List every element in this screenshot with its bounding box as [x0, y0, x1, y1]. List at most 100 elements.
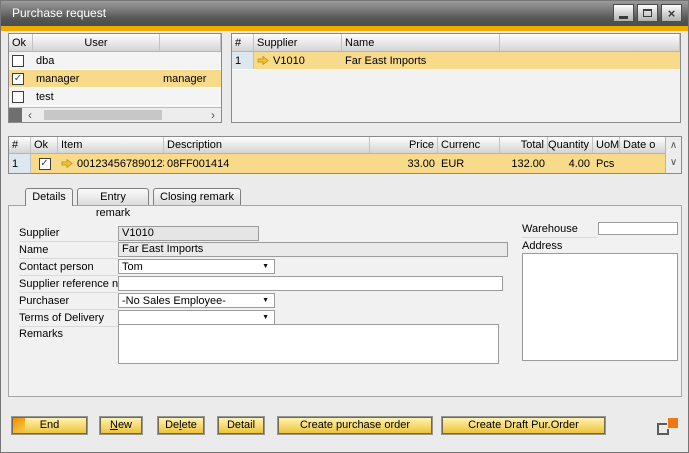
supplier-name-cell[interactable]: Far East Imports: [342, 52, 500, 69]
users-table: Ok User dba ✓ manager manager test ‹ ›: [8, 33, 222, 123]
scroll-left-icon[interactable]: ‹: [22, 108, 38, 122]
items-col-description: Description: [164, 137, 370, 153]
user-extra-cell[interactable]: manager: [160, 70, 221, 87]
user-ok-checkbox[interactable]: ✓: [12, 73, 24, 85]
maximize-button[interactable]: [637, 4, 658, 22]
link-arrow-icon[interactable]: [257, 56, 269, 65]
items-col-item: Item: [58, 137, 164, 153]
scroll-up-icon[interactable]: ∧: [666, 137, 681, 154]
scrollbar-corner: [9, 108, 22, 122]
table-row[interactable]: 1 V1010 Far East Imports: [232, 52, 680, 70]
user-extra-cell[interactable]: [160, 88, 221, 105]
item-date-cell[interactable]: [620, 154, 665, 173]
purchaser-label: Purchaser: [19, 294, 118, 310]
tab-details[interactable]: Details: [25, 188, 73, 206]
users-horizontal-scrollbar[interactable]: ‹ ›: [9, 107, 221, 122]
purchaser-dropdown[interactable]: -No Sales Employee- ▼: [118, 293, 275, 308]
items-col-currency: Currenc: [438, 137, 500, 153]
details-tab-pane: Supplier V1010 Name Far East Imports Con…: [8, 205, 682, 397]
item-total-cell[interactable]: 132.00: [500, 154, 548, 173]
table-row[interactable]: 1 ✓ 001234567890123456 08FF001414 33.00 …: [9, 154, 665, 173]
supplier-extra-cell[interactable]: [500, 52, 680, 69]
new-button[interactable]: New: [100, 417, 142, 434]
name-label: Name: [19, 243, 118, 259]
detail-button[interactable]: Detail: [218, 417, 264, 434]
supplier-reference-input[interactable]: [118, 276, 503, 291]
close-icon: ×: [668, 7, 676, 20]
link-arrow-icon[interactable]: [61, 159, 73, 168]
table-row[interactable]: dba: [9, 52, 221, 70]
items-col-uom: UoM: [593, 137, 620, 153]
table-row[interactable]: ✓ manager manager: [9, 70, 221, 88]
user-ok-checkbox[interactable]: [12, 55, 24, 67]
divider: [522, 237, 598, 238]
remarks-label: Remarks: [19, 327, 118, 343]
address-textarea[interactable]: [522, 253, 678, 361]
users-table-header: Ok User: [9, 34, 221, 52]
create-draft-purchase-order-button[interactable]: Create Draft Pur.Order: [442, 417, 605, 434]
items-col-price: Price: [370, 137, 438, 153]
items-col-date: Date o: [620, 137, 665, 153]
items-col-num: #: [9, 137, 31, 153]
suppliers-col-extra: [500, 34, 680, 51]
close-button[interactable]: ×: [661, 4, 682, 22]
supplier-code-cell[interactable]: V1010: [254, 52, 342, 69]
scrollbar-track[interactable]: [38, 108, 205, 122]
user-ok-checkbox[interactable]: [12, 91, 24, 103]
items-col-total: Total: [500, 137, 548, 153]
users-col-ok: Ok: [9, 34, 33, 51]
suppliers-col-num: #: [232, 34, 254, 51]
create-purchase-order-button[interactable]: Create purchase order: [278, 417, 432, 434]
chevron-down-icon: ▼: [262, 263, 271, 270]
items-col-quantity: Quantity: [548, 137, 593, 153]
supplier-row-number[interactable]: 1: [232, 52, 254, 69]
scrollbar-thumb[interactable]: [44, 110, 162, 120]
window-title: Purchase request: [12, 6, 106, 20]
item-code-cell[interactable]: 001234567890123456: [58, 154, 164, 173]
accent-bar: [1, 26, 688, 31]
items-table-header: # Ok Item Description Price Currenc Tota…: [9, 137, 665, 154]
form-resize-icon[interactable]: [657, 418, 679, 436]
suppliers-table-header: # Supplier Name: [232, 34, 680, 52]
suppliers-col-supplier: Supplier: [254, 34, 342, 51]
window-controls: ×: [613, 4, 682, 22]
remarks-textarea[interactable]: [118, 324, 499, 364]
warehouse-input[interactable]: [598, 222, 678, 235]
tab-closing-remark[interactable]: Closing remark: [153, 188, 241, 205]
item-price-cell[interactable]: 33.00: [370, 154, 438, 173]
tab-entry-remark[interactable]: Entry remark: [77, 188, 149, 205]
scroll-down-icon[interactable]: ∨: [666, 154, 681, 171]
item-row-number[interactable]: 1: [9, 154, 31, 173]
suppliers-table: # Supplier Name 1 V1010 Far East Imports: [231, 33, 681, 123]
end-button[interactable]: End: [12, 417, 87, 434]
item-quantity-cell[interactable]: 4.00: [548, 154, 593, 173]
terms-of-delivery-dropdown[interactable]: ▼: [118, 310, 275, 325]
name-field: Far East Imports: [118, 242, 508, 257]
item-description-cell[interactable]: 08FF001414: [164, 154, 370, 173]
delete-button[interactable]: Delete: [158, 417, 204, 434]
user-name-cell[interactable]: manager: [33, 70, 160, 87]
supplier-label: Supplier: [19, 226, 118, 242]
items-table: # Ok Item Description Price Currenc Tota…: [8, 136, 682, 174]
maximize-icon: [643, 9, 652, 17]
titlebar[interactable]: Purchase request ×: [1, 1, 688, 26]
minimize-icon: [619, 16, 628, 19]
user-extra-cell[interactable]: [160, 52, 221, 69]
supplier-reference-label: Supplier reference nu: [19, 277, 118, 293]
item-ok-cell: ✓: [31, 154, 58, 173]
terms-of-delivery-label: Terms of Delivery: [19, 311, 118, 327]
tab-bar: Details Entry remark Closing remark: [25, 188, 241, 206]
scroll-right-icon[interactable]: ›: [205, 108, 221, 122]
supplier-field: V1010: [118, 226, 259, 241]
items-vertical-scrollbar[interactable]: ∧ ∨: [665, 137, 681, 173]
minimize-button[interactable]: [613, 4, 634, 22]
item-uom-cell[interactable]: Pcs: [593, 154, 620, 173]
contact-person-label: Contact person: [19, 260, 118, 276]
contact-person-dropdown[interactable]: Tom ▼: [118, 259, 275, 274]
grip-orange-square: [668, 418, 678, 428]
item-currency-cell[interactable]: EUR: [438, 154, 500, 173]
user-name-cell[interactable]: dba: [33, 52, 160, 69]
table-row[interactable]: test: [9, 88, 221, 106]
user-name-cell[interactable]: test: [33, 88, 160, 105]
item-ok-checkbox[interactable]: ✓: [39, 158, 51, 170]
